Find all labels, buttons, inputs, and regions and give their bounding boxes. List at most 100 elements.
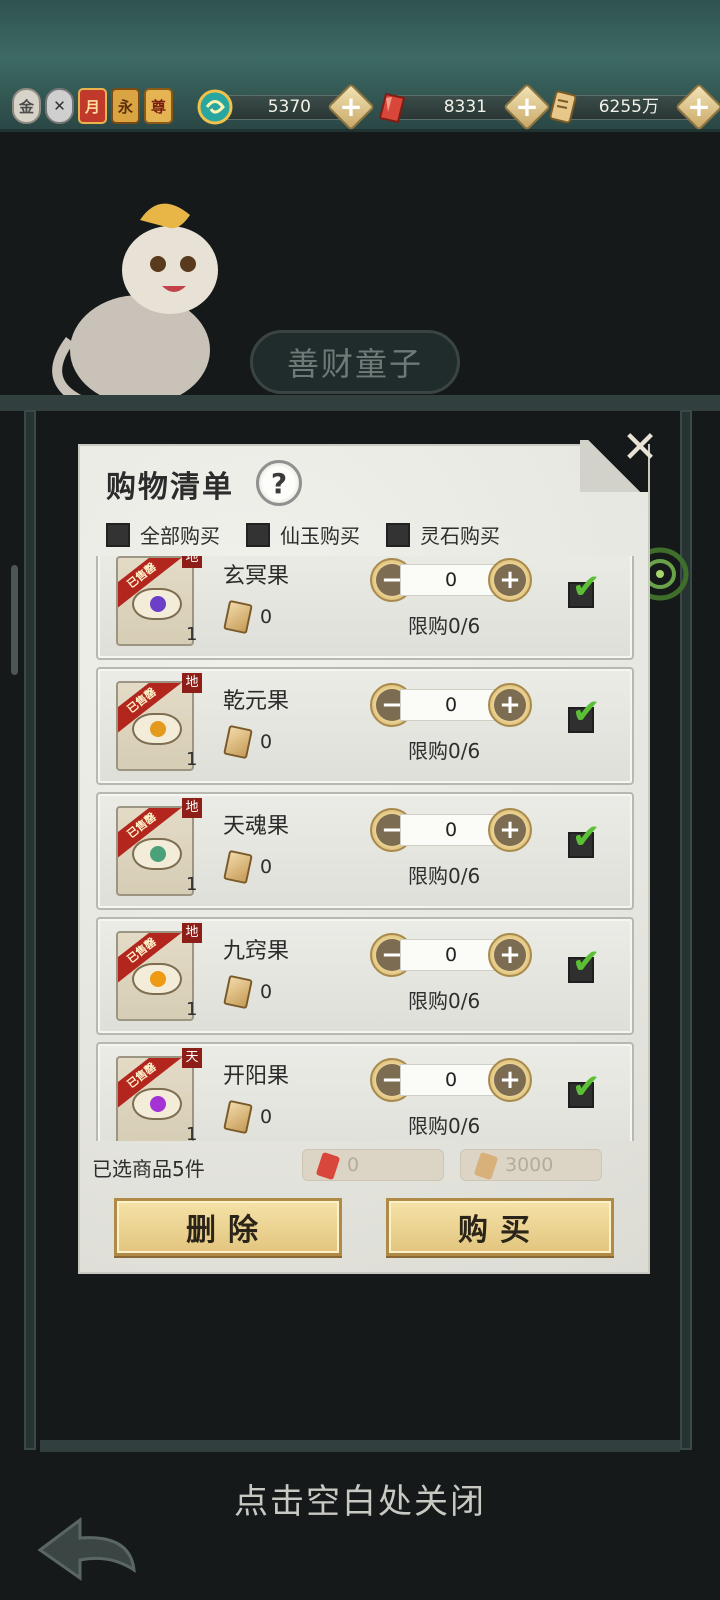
quantity-field[interactable]: 0 [400,1064,502,1096]
gate-base [40,1440,680,1452]
plus-icon: + [494,689,526,721]
currency-ticket: 6255万 + [544,82,720,132]
purchase-limit: 限购0/6 [408,864,481,888]
list-item[interactable]: 已售罄地 1 九窍果 0−0 + 限购0/6 ✔ [96,917,634,1035]
monthly-card-badge-icon[interactable]: 月 [78,88,107,124]
list-item[interactable]: 已售罄天 1 开阳果 0−0 + 限购0/6 ✔ [96,1042,634,1141]
silver-badge-icon[interactable]: ✕ [45,88,74,124]
item-count: 1 [186,1124,198,1141]
tier-badge: 天 [182,1048,202,1068]
item-thumbnail[interactable]: 已售罄 [116,931,194,1021]
item-thumbnail[interactable]: 已售罄 [116,806,194,896]
total-ticket: 3000 [460,1149,602,1181]
item-price: 0 [260,856,273,878]
scroll-ticket-icon [223,849,253,885]
total-spirit-stone: 0 [302,1149,444,1181]
list-item[interactable]: 已售罄地 1 天魂果 0−0 + 限购0/6 ✔ [96,792,634,910]
checkbox-buy-jade[interactable] [246,522,270,547]
quantity-field[interactable]: 0 [400,939,502,971]
list-item[interactable]: 已售罄地 1 乾元果 0−0 + 限购0/6 ✔ [96,667,634,785]
quantity-stepper: −0 + [370,808,532,852]
scroll-ticket-icon [549,90,577,124]
npc-title-plaque: 善财童子 [250,330,460,394]
gate-beam [0,395,720,411]
checkmark-icon: ✔ [572,692,601,732]
purchase-limit: 限购0/6 [408,989,481,1013]
purchase-limit: 限购0/6 [408,739,481,763]
increase-button[interactable]: + [488,558,532,602]
filter-buy-all-label: 全部购买 [140,524,220,548]
item-count: 1 [186,749,198,770]
buy-button[interactable]: 购买 [386,1198,614,1256]
tier-badge: 地 [182,923,202,943]
item-price: 0 [260,731,273,753]
item-select-checkbox[interactable]: ✔ [568,570,601,608]
selected-count: 已选商品5件 [92,1157,205,1181]
close-icon[interactable]: ✕ [620,426,660,470]
total-ticket-value: 3000 [505,1154,554,1176]
red-crystal-icon [315,1151,341,1181]
item-thumbnail[interactable]: 已售罄 [116,1056,194,1141]
vip-badge-icon[interactable]: 尊 [144,88,173,124]
quantity-stepper: −0 + [370,1058,532,1102]
back-arrow-icon[interactable] [30,1510,150,1590]
add-ticket-button[interactable]: + [674,82,720,132]
jade-swirl-icon [197,89,233,125]
item-select-checkbox[interactable]: ✔ [568,695,601,733]
plus-icon: + [494,939,526,971]
checkmark-icon: ✔ [572,567,601,607]
filter-buy-jade-label: 仙玉购买 [280,524,360,548]
filter-buy-jade[interactable]: 仙玉购买 [246,520,360,549]
currency-spirit-stone: 8331 + [372,82,552,132]
item-select-checkbox[interactable]: ✔ [568,820,601,858]
checkbox-buy-all[interactable] [106,522,130,547]
scroll-ticket-icon [223,724,253,760]
checkmark-icon: ✔ [572,1067,601,1107]
item-list[interactable]: 已售罄地 1 玄冥果 0−0 + 限购0/6 ✔ 已售罄地 1 乾元果 0−0 + 限购0/6 ✔ 已售罄地… [96,556,634,1141]
item-thumbnail[interactable]: 已售罄 [116,681,194,771]
item-count: 1 [186,999,198,1020]
plus-icon: + [494,564,526,596]
scroll-ticket-icon [223,974,253,1010]
quantity-stepper: −0 + [370,558,532,602]
checkbox-buy-spirit-stone[interactable] [386,522,410,547]
filter-buy-spirit-stone[interactable]: 灵石购买 [386,520,500,549]
add-jade-button[interactable]: + [326,82,376,132]
filter-buy-spirit-stone-label: 灵石购买 [420,524,500,548]
quantity-field[interactable]: 0 [400,814,502,846]
item-thumbnail[interactable]: 已售罄 [116,556,194,646]
permanent-card-badge-icon[interactable]: 永 [111,88,140,124]
tier-badge: 地 [182,556,202,568]
gate-pillar-left [24,410,36,1450]
item-price: 0 [260,981,273,1003]
list-item[interactable]: 已售罄地 1 玄冥果 0−0 + 限购0/6 ✔ [96,556,634,660]
item-count: 1 [186,874,198,895]
purchase-limit: 限购0/6 [408,1114,481,1138]
help-button[interactable]: ? [256,460,302,506]
item-price: 0 [260,1106,273,1128]
tier-badge: 地 [182,798,202,818]
delete-button[interactable]: 删除 [114,1198,342,1256]
currency-jade: 5370 + [196,82,376,132]
item-name: 九窍果 [223,939,290,964]
scroll-ticket-icon [223,599,253,635]
side-scroll-handle[interactable] [11,565,18,675]
increase-button[interactable]: + [488,933,532,977]
fruit-orb-icon [150,971,166,987]
status-badges: 金 ✕ 月 永 尊 [12,88,173,124]
increase-button[interactable]: + [488,1058,532,1102]
checkmark-icon: ✔ [572,942,601,982]
increase-button[interactable]: + [488,808,532,852]
increase-button[interactable]: + [488,683,532,727]
quantity-field[interactable]: 0 [400,564,502,596]
gold-badge-icon[interactable]: 金 [12,88,41,124]
item-select-checkbox[interactable]: ✔ [568,1070,601,1108]
purchase-limit: 限购0/6 [408,614,481,638]
quantity-field[interactable]: 0 [400,689,502,721]
item-name: 开阳果 [223,1064,290,1089]
filter-buy-all[interactable]: 全部购买 [106,520,220,549]
item-select-checkbox[interactable]: ✔ [568,945,601,983]
item-list-content: 已售罄地 1 玄冥果 0−0 + 限购0/6 ✔ 已售罄地 1 乾元果 0−0 + 限购0/6 ✔ 已售罄地… [96,556,634,1141]
quantity-stepper: −0 + [370,683,532,727]
fruit-orb-icon [150,721,166,737]
